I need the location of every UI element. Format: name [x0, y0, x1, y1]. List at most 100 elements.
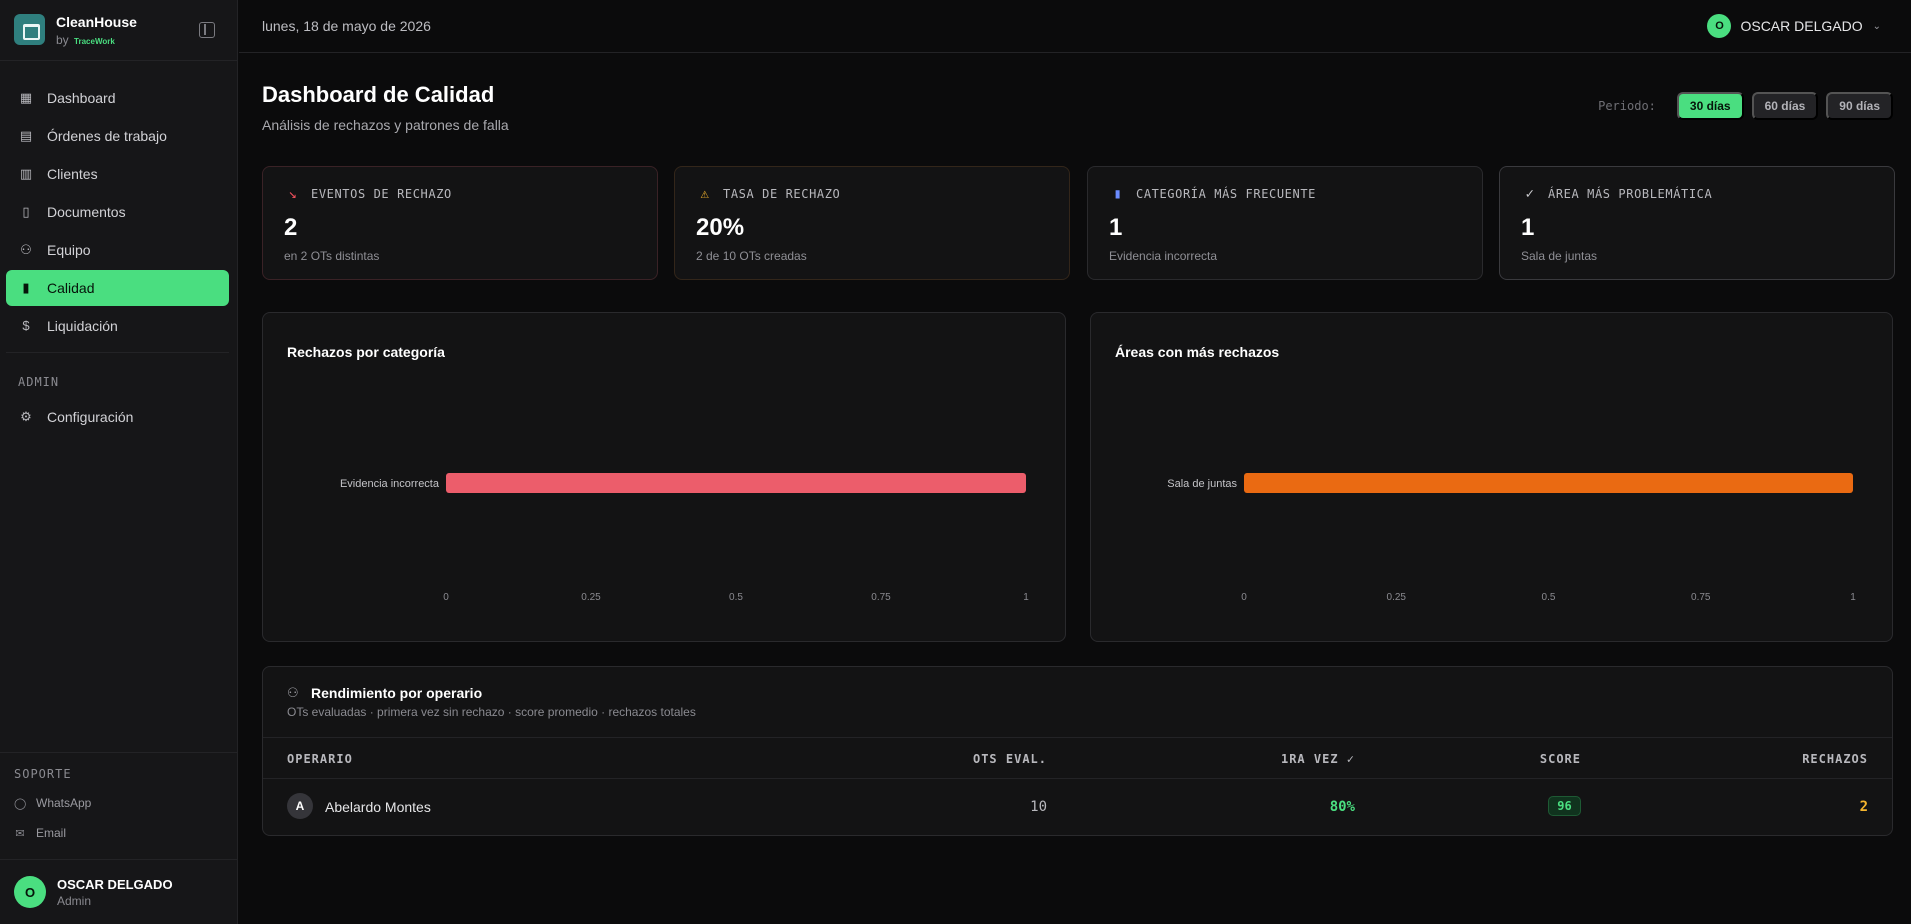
avatar: O: [14, 876, 46, 908]
gear-icon: ⚙: [20, 409, 32, 424]
brand-by-label: by: [56, 33, 69, 47]
building-icon: ▥: [19, 166, 33, 181]
period-90-button[interactable]: 90 días: [1826, 92, 1893, 120]
bar[interactable]: [1244, 473, 1853, 493]
ots-evaluated: 10: [1030, 799, 1047, 815]
chart-panel-areas: Áreas con más rechazos Sala de juntas 0 0.…: [1090, 312, 1893, 642]
kpi-card-top-category: ▮ CATEGORÍA MÁS FRECUENTE 1 Evidencia in…: [1087, 166, 1483, 280]
brand-name: CleanHouse: [56, 14, 137, 30]
sidebar-item-label: Órdenes de trabajo: [47, 128, 167, 144]
admin-section-label: ADMIN: [18, 375, 60, 389]
sidebar-item-label: Liquidación: [47, 318, 118, 334]
column-header-ots: OTS EVAL.: [972, 752, 1047, 766]
kpi-label: EVENTOS DE RECHAZO: [311, 187, 452, 201]
x-tick-label: 0: [1241, 592, 1247, 603]
x-tick-label: 0.5: [1542, 592, 1556, 603]
support-section-label: SOPORTE: [14, 767, 72, 781]
house-logo-icon: [14, 14, 45, 45]
clipboard-icon: ▤: [19, 128, 33, 143]
kpi-note: 2 de 10 OTs creadas: [696, 249, 807, 263]
sidebar-item-configuracion[interactable]: ⚙ Configuración: [6, 399, 229, 435]
operator-name: Abelardo Montes: [325, 799, 431, 815]
trending-down-icon: ↘: [288, 186, 298, 202]
support-whatsapp-link[interactable]: ◯ WhatsApp: [14, 796, 91, 810]
categories-bar-chart: Evidencia incorrecta 0 0.25 0.5 0.75 1: [340, 473, 1029, 603]
sidebar-item-label: Dashboard: [47, 90, 116, 106]
score-badge: 96: [1548, 796, 1581, 816]
x-tick-label: 0.25: [1387, 592, 1407, 603]
brand[interactable]: CleanHouse by TraceWork: [14, 14, 224, 58]
sidebar-divider: [0, 859, 238, 860]
sidebar-divider: [0, 60, 238, 61]
page-subtitle: Análisis de rechazos y patrones de falla: [262, 117, 509, 133]
kpi-card-top-area: ✓ ÁREA MÁS PROBLEMÁTICA 1 Sala de juntas: [1499, 166, 1895, 280]
kpi-header: ↘ EVENTOS DE RECHAZO: [284, 186, 452, 202]
category-label: Evidencia incorrecta: [340, 478, 440, 490]
table-subtitle: OTs evaluadas · primera vez sin rechazo …: [287, 705, 696, 719]
user-name: OSCAR DELGADO: [57, 877, 173, 892]
sidebar-item-dashboard[interactable]: ▦ Dashboard: [6, 80, 229, 116]
grid-icon: ▦: [19, 90, 33, 105]
kpi-value: 20%: [696, 214, 745, 241]
collapse-sidebar-icon[interactable]: [199, 22, 215, 38]
x-tick-label: 1: [1850, 592, 1856, 603]
kpi-card-rejection-events: ↘ EVENTOS DE RECHAZO 2 en 2 OTs distinta…: [262, 166, 658, 280]
areas-bar-chart: Sala de juntas 0 0.25 0.5 0.75 1: [1167, 473, 1856, 603]
rejects-count: 2: [1859, 799, 1868, 815]
brand-byline: by TraceWork: [56, 33, 115, 47]
kpi-header: ▮ CATEGORÍA MÁS FRECUENTE: [1109, 186, 1316, 202]
kpi-note: Sala de juntas: [1521, 249, 1598, 263]
operator-performance-table: ⚇ Rendimiento por operario OTs evaluadas…: [262, 666, 1893, 836]
kpi-value: 2: [284, 214, 298, 241]
sidebar-item-ordenes-de-trabajo[interactable]: ▤ Órdenes de trabajo: [6, 118, 229, 154]
page-title: Dashboard de Calidad: [262, 82, 495, 107]
avatar: O: [1707, 14, 1732, 38]
column-header-score: SCORE: [1539, 752, 1581, 766]
table-divider: [263, 737, 1892, 738]
document-icon: ▯: [22, 204, 30, 219]
kpi-label: CATEGORÍA MÁS FRECUENTE: [1136, 187, 1316, 201]
chat-icon: ◯: [14, 797, 27, 810]
mail-icon: ✉: [15, 827, 25, 840]
kpi-header: ⚠ TASA DE RECHAZO: [696, 186, 840, 202]
warning-icon: ⚠: [700, 186, 710, 202]
period-30-button[interactable]: 30 días: [1676, 92, 1744, 120]
bar-chart-icon: ▮: [22, 280, 30, 295]
period-selector: Periodo: 30 días 60 días 90 días: [1598, 92, 1893, 120]
sidebar-divider: [0, 752, 238, 753]
sidebar-item-documentos[interactable]: ▯ Documentos: [6, 194, 229, 230]
kpi-header: ✓ ÁREA MÁS PROBLEMÁTICA: [1521, 186, 1712, 202]
tracework-logo: TraceWork: [74, 37, 115, 46]
period-60-button[interactable]: 60 días: [1751, 92, 1819, 120]
current-date: lunes, 18 de mayo de 2026: [262, 18, 431, 34]
chart-panel-categories: Rechazos por categoría Evidencia incorre…: [262, 312, 1066, 642]
sidebar-item-calidad[interactable]: ▮ Calidad: [6, 270, 229, 306]
period-label: Periodo:: [1598, 99, 1656, 113]
sidebar-item-equipo[interactable]: ⚇ Equipo: [6, 232, 229, 268]
users-icon: ⚇: [20, 242, 32, 257]
sidebar-item-liquidacion[interactable]: $ Liquidación: [6, 308, 229, 344]
kpi-note: en 2 OTs distintas: [284, 249, 380, 263]
user-role: Admin: [57, 894, 92, 908]
x-tick-label: 0: [443, 592, 449, 603]
chevron-down-icon: ⌄: [1872, 20, 1881, 32]
sidebar-item-label: Equipo: [47, 242, 91, 258]
sidebar-item-label: Documentos: [47, 204, 126, 220]
support-email-link[interactable]: ✉ Email: [14, 826, 66, 840]
table-divider: [263, 778, 1892, 779]
category-label: Sala de juntas: [1167, 478, 1237, 490]
kpi-label: TASA DE RECHAZO: [723, 187, 841, 201]
user-menu[interactable]: O OSCAR DELGADO ⌄: [1707, 14, 1881, 38]
support-email-label: Email: [36, 826, 67, 840]
x-tick-label: 0.75: [871, 592, 891, 603]
top-bar: lunes, 18 de mayo de 2026 O OSCAR DELGAD…: [239, 0, 1911, 53]
user-menu-name: OSCAR DELGADO: [1740, 18, 1863, 34]
x-tick-label: 0.5: [729, 592, 743, 603]
x-tick-label: 0.75: [1691, 592, 1711, 603]
sidebar-item-label: Clientes: [47, 166, 98, 182]
sidebar-item-clientes[interactable]: ▥ Clientes: [6, 156, 229, 192]
x-tick-label: 0.25: [581, 592, 601, 603]
bar[interactable]: [446, 473, 1026, 493]
user-profile[interactable]: O OSCAR DELGADO Admin: [14, 876, 224, 908]
kpi-label: ÁREA MÁS PROBLEMÁTICA: [1548, 187, 1713, 201]
